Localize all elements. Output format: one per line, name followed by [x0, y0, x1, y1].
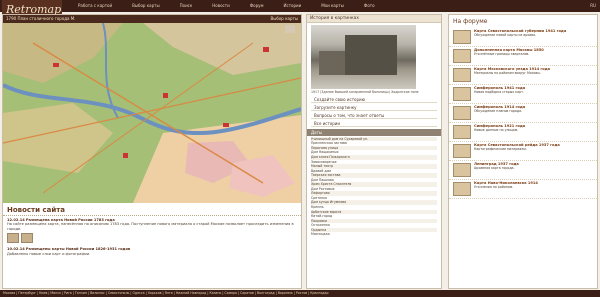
story-list-header: Даты [307, 128, 441, 136]
forum-item[interactable]: Карта Московского уезда 1914 года Материа… [449, 66, 597, 85]
news-text: На сайте размещена карта, нанесённая по … [7, 222, 294, 231]
nav-item[interactable]: Работа с картой [78, 0, 112, 12]
forum-item-text: Материалы по районам вокруг Москвы. [474, 70, 541, 75]
create-story-button[interactable]: Создайте свою историю [311, 96, 437, 103]
upload-image-button[interactable]: Загрузите картинку [311, 104, 437, 111]
top-bar: Retromap Работа с картой Выбор карты Пои… [0, 0, 600, 20]
forum-item[interactable]: Карта Севастопольской рейда 1937 года Кар… [449, 142, 597, 161]
forum-thumbnail[interactable] [453, 106, 471, 120]
left-column: 1790 План столичного города М. Выбор кар… [2, 14, 302, 289]
forum-item-text: Архивная карта города. [474, 165, 515, 170]
thumbnail[interactable] [21, 233, 33, 244]
nav-item[interactable]: Новости [212, 0, 229, 12]
forum-thumbnail[interactable] [453, 30, 471, 44]
forum-item-text: Обсуждение новой карты из архива. [474, 32, 537, 37]
language-switch[interactable]: RU [590, 0, 596, 12]
story-photo[interactable] [311, 25, 416, 89]
top-nav: Работа с картой Выбор карты Поиск Новост… [78, 0, 375, 12]
news-headline[interactable]: Размещена карта Новой России 1783 года [26, 218, 115, 222]
forum-item-text: Обсуждение планов города. [474, 108, 523, 113]
forum-item[interactable]: Ленинград 1937 года Архивная карта города… [449, 161, 597, 180]
middle-column: История в картинках 1917 (Здание бывшей … [306, 14, 442, 289]
forum-title: На форуме [453, 18, 488, 25]
forum-item-text: Новая подборка старых карт. [474, 89, 524, 94]
thumbnail[interactable] [7, 233, 19, 244]
map-zoom-control[interactable] [285, 25, 295, 33]
forum-item[interactable]: Симферополь 1921 года Новые данные по ули… [449, 123, 597, 142]
forum-thumbnail[interactable] [453, 144, 471, 158]
forum-item[interactable]: Карта Ново-Николаевска 1914 Уточнения по … [449, 180, 597, 199]
news-headline[interactable]: Размещены карты Новой России 1826-1931 г… [26, 247, 130, 251]
nav-item[interactable]: Форум [250, 0, 264, 12]
building-shape [345, 35, 397, 75]
all-stories-link[interactable]: Все истории [311, 120, 437, 127]
forum-thumbnail[interactable] [453, 49, 471, 63]
forum-thumbnail[interactable] [453, 68, 471, 82]
news-date: 12.02.14 [7, 218, 25, 222]
forum-item[interactable]: Симферополь 1941 года Новая подборка стар… [449, 85, 597, 104]
building-shape [319, 51, 345, 75]
forum-item[interactable]: Симферополь 1914 года Обсуждение планов г… [449, 104, 597, 123]
map-select-button[interactable]: Выбор карты [270, 15, 298, 23]
bottom-city-bar[interactable]: Москва | Петербург | Киев | Минск | Рига… [0, 290, 600, 297]
right-column: На форуме Карта Севастопольской губернии… [448, 14, 598, 289]
forum-item[interactable]: Дополненная карта Москвы 1850 Уточнённые … [449, 47, 597, 66]
map-view[interactable] [3, 23, 301, 203]
forum-item-text: Новые данные по улицам. [474, 127, 519, 132]
forum-thumbnail[interactable] [453, 182, 471, 196]
nav-item[interactable]: Фото [364, 0, 375, 12]
story-title: История в картинках [307, 15, 441, 23]
news-thumbnails [3, 231, 301, 245]
story-caption: 1917 (Здание бывшей казарменной больницы… [311, 90, 419, 94]
list-item[interactable]: Мясницкая [311, 232, 437, 237]
news-item: 10.02.14 Размещены карты Новой России 18… [3, 245, 301, 256]
forum-item[interactable]: Карта Севастопольской губернии 1941 года… [449, 28, 597, 47]
forum-item-text: Уточнённые границы кварталов. [474, 51, 530, 56]
news-text: Добавлены новые слои карт и фотографии. [7, 251, 91, 256]
map-header: 1790 План столичного города М. Выбор кар… [3, 15, 301, 23]
nav-item[interactable]: Выбор карты [132, 0, 160, 12]
map-image[interactable] [3, 23, 301, 203]
questions-button[interactable]: Вопросы о том, что знает ответы [311, 112, 437, 119]
news-date: 10.02.14 [7, 247, 25, 252]
forum-thumbnail[interactable] [453, 125, 471, 139]
nav-item[interactable]: Мои карты [321, 0, 344, 12]
news-item: 12.02.14 Размещена карта Новой России 17… [3, 216, 301, 231]
forum-thumbnail[interactable] [453, 87, 471, 101]
news-title: Новости сайта [3, 203, 301, 216]
story-list: Училищный дом на Сухаревой ул. Пресненск… [307, 136, 441, 238]
map-title: 1790 План столичного города М. [6, 16, 76, 21]
nav-item[interactable]: Истории [284, 0, 302, 12]
forum-item-text: Картографические материалы. [474, 146, 527, 151]
forum-thumbnail[interactable] [453, 163, 471, 177]
nav-item[interactable]: Поиск [180, 0, 193, 12]
forum-item-text: Уточнения по районам. [474, 184, 514, 189]
